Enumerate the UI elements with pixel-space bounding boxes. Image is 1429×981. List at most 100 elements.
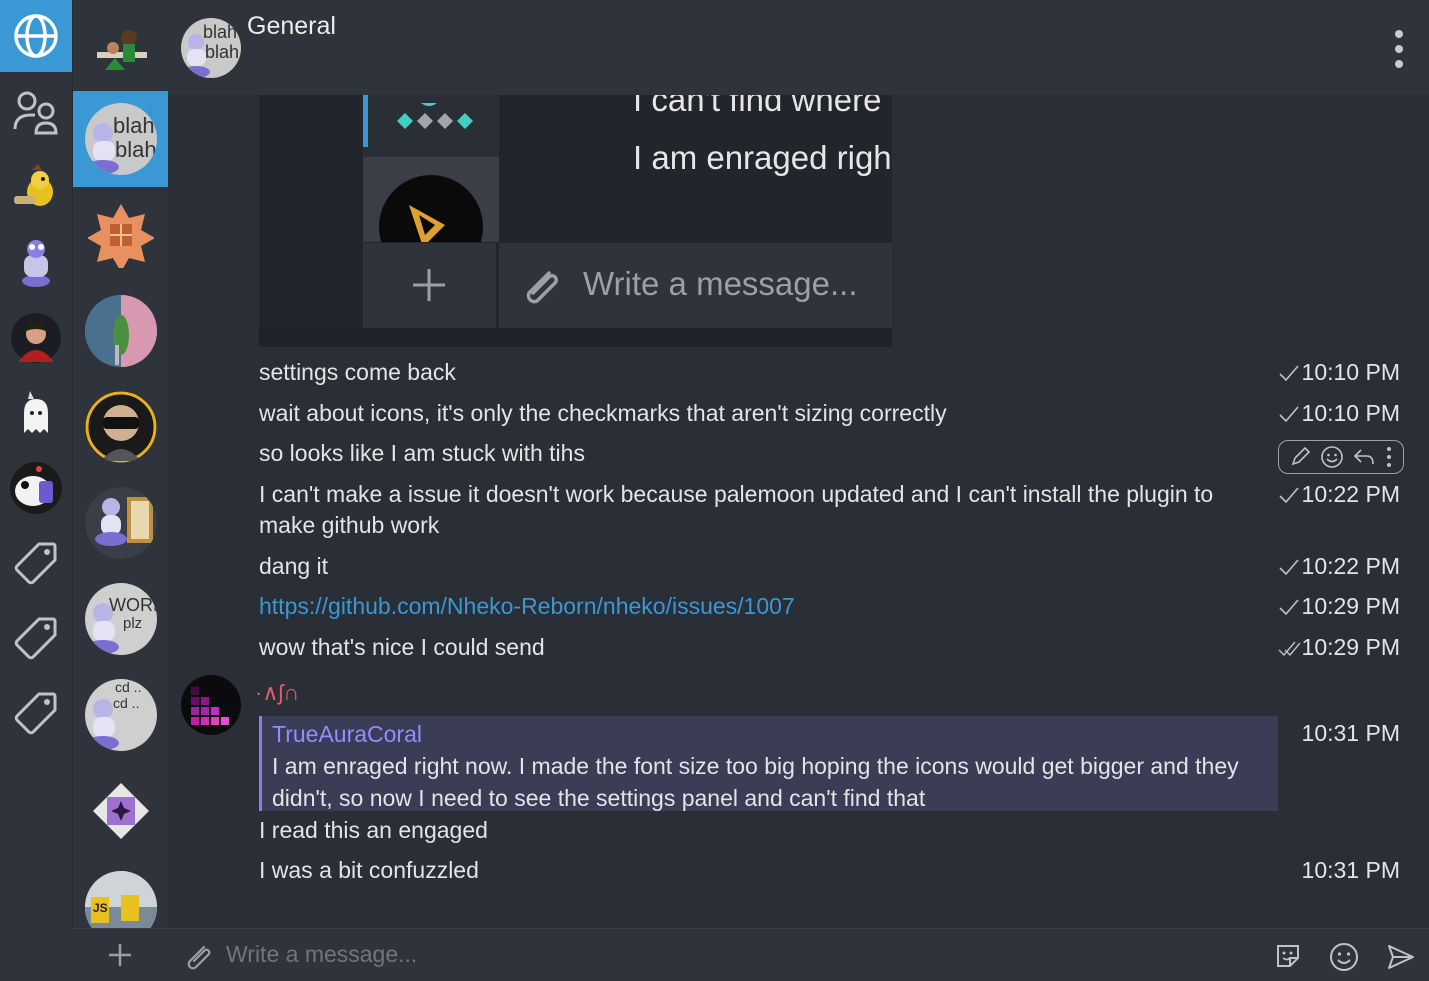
embedded-bottom-strip — [259, 328, 892, 347]
attach-icon — [526, 271, 558, 304]
room-avatar — [85, 391, 157, 463]
embedded-logo-icon — [379, 175, 483, 242]
community-robot[interactable] — [0, 227, 72, 299]
tag-icon — [14, 542, 57, 585]
plus-icon — [109, 944, 131, 966]
room-item-1[interactable] — [73, 0, 169, 96]
message-hover-actions — [1278, 440, 1404, 474]
message-text: I can't make a issue it doesn't work bec… — [259, 481, 1214, 538]
community-direct-chats[interactable] — [0, 77, 72, 149]
robot-avatar-icon — [22, 240, 50, 287]
message-timestamp: 10:10 PM — [1278, 357, 1400, 388]
embedded-text-2: I am enraged righ — [633, 139, 892, 176]
room-avatar — [85, 295, 157, 367]
room-avatar: cd .. cd .. — [85, 679, 157, 751]
reply-quote[interactable]: TrueAuraCoral I am enraged right now. I … — [259, 716, 1278, 811]
community-tag-2[interactable] — [0, 602, 72, 674]
room-header: blah blah General — [168, 0, 1429, 95]
message-text: so looks like I am stuck with tihs — [259, 440, 585, 466]
community-portrait[interactable] — [0, 302, 72, 374]
room-item-4[interactable] — [73, 283, 169, 379]
room-title: General — [247, 12, 336, 40]
time-label: 10:10 PM — [1301, 359, 1400, 385]
add-room-button[interactable] — [72, 928, 168, 981]
portrait-avatar-icon — [11, 313, 61, 363]
room-item-5[interactable] — [73, 379, 169, 475]
message-text: wow that's nice I could send — [259, 634, 545, 660]
more-vertical-icon — [1395, 30, 1403, 68]
header-room-avatar[interactable]: blah blah — [181, 18, 241, 78]
community-bird[interactable] — [0, 152, 72, 224]
message-timestamp: 10:29 PM — [1278, 591, 1400, 622]
message-input[interactable] — [226, 941, 1226, 968]
send-icon[interactable] — [1386, 942, 1416, 972]
checkmark-icon — [1278, 598, 1299, 615]
bird-avatar-icon — [14, 164, 53, 206]
room-avatar — [88, 204, 154, 268]
embedded-composer: Write a message... — [363, 243, 892, 328]
avatar-text: cd .. — [115, 679, 142, 695]
attach-icon[interactable] — [182, 941, 214, 973]
sender-name[interactable]: ·∧ʃ∩ — [255, 680, 299, 706]
plus-icon — [413, 269, 445, 301]
sticker-icon[interactable] — [1274, 942, 1302, 970]
checkmark-icon — [1278, 364, 1299, 381]
time-label: 10:10 PM — [1301, 400, 1400, 426]
embedded-text-1: I can't find where — [633, 95, 882, 118]
emoji-icon[interactable] — [1329, 942, 1359, 972]
room-avatar — [85, 487, 157, 559]
room-avatar: blah blah — [85, 103, 157, 175]
community-ghost[interactable] — [0, 377, 72, 449]
room-item-work[interactable]: WORK plz — [73, 571, 169, 667]
embedded-diamonds-icon — [397, 103, 473, 129]
community-all[interactable] — [0, 0, 72, 72]
embedded-room-tile — [363, 157, 499, 242]
message-text: settings come back — [259, 359, 456, 385]
room-avatar — [97, 30, 147, 70]
community-bar — [0, 0, 72, 981]
message-timestamp: 10:22 PM — [1278, 551, 1400, 582]
room-avatar: WORK plz — [85, 583, 157, 655]
message-text: I was a bit confuzzled — [259, 857, 479, 883]
room-item-general[interactable]: blah blah — [73, 91, 169, 187]
message-timestamp: 10:22 PM — [1278, 479, 1400, 510]
room-item-6[interactable] — [73, 475, 169, 571]
message-text: https://github.com/Nheko-Reborn/nheko/is… — [259, 591, 795, 622]
message-link[interactable]: https://github.com/Nheko-Reborn/nheko/is… — [259, 593, 795, 619]
room-item-cd[interactable]: cd .. cd .. — [73, 667, 169, 763]
room-options-button[interactable] — [1391, 28, 1407, 70]
room-list: blah blah WORK plz cd .. cd .. — [72, 0, 169, 981]
message-timestamp: 10:31 PM — [1301, 857, 1400, 883]
sender-avatar[interactable] — [181, 675, 241, 735]
time-label: 10:22 PM — [1301, 553, 1400, 579]
room-item-3[interactable] — [73, 187, 169, 283]
tag-icon — [14, 692, 57, 735]
checkmark-icon — [1278, 558, 1299, 575]
community-tag-1[interactable] — [0, 527, 72, 599]
ghost-avatar-icon — [24, 391, 48, 433]
community-panda[interactable] — [0, 452, 72, 524]
message-composer — [168, 928, 1429, 981]
timeline: I can't find where I am enraged righ Wri… — [168, 95, 1429, 928]
image-attachment[interactable]: I can't find where I am enraged righ Wri… — [259, 95, 892, 347]
embedded-active-marker — [363, 95, 368, 147]
room-avatar — [93, 783, 149, 839]
emoji-icon[interactable] — [1320, 445, 1344, 469]
reply-sender-name: TrueAuraCoral — [272, 721, 422, 747]
room-item-star[interactable] — [73, 763, 169, 859]
avatar-text: JS — [93, 901, 108, 915]
message-timestamp: 10:31 PM — [1301, 720, 1400, 746]
edit-icon[interactable] — [1289, 446, 1311, 468]
message-text: I read this an engaged — [259, 817, 488, 843]
checkmark-icon — [1278, 405, 1299, 422]
avatar-text: plz — [123, 615, 143, 632]
community-tag-3[interactable] — [0, 677, 72, 749]
message-text: dang it — [259, 553, 329, 579]
more-icon[interactable] — [1385, 446, 1393, 468]
time-label: 10:22 PM — [1301, 481, 1400, 507]
reply-icon[interactable] — [1352, 446, 1376, 468]
checkmark-icon — [1278, 486, 1299, 503]
tag-icon — [14, 617, 57, 660]
time-label: 10:29 PM — [1301, 634, 1400, 660]
globe-icon — [14, 14, 58, 58]
